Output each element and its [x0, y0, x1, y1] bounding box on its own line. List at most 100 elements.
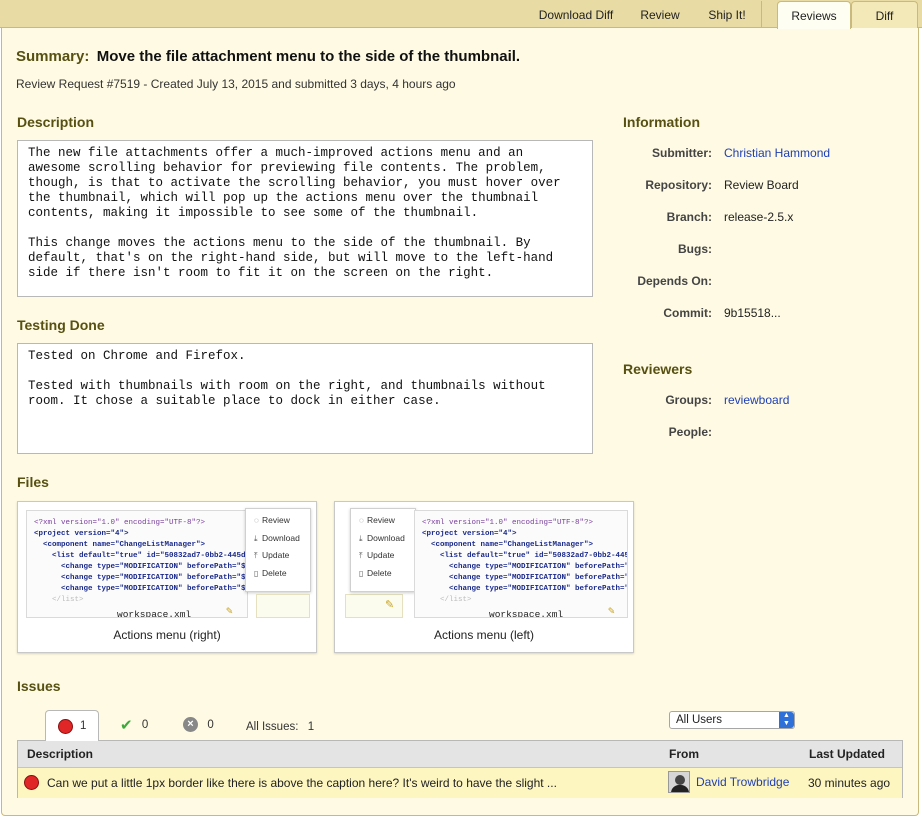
file-thumbnail[interactable]: <?xml version="1.0" encoding="UTF-8"?> <…: [414, 510, 628, 618]
repository-label: Repository:: [645, 178, 712, 192]
code-line: <change type="MODIFICATION" beforePath="…: [34, 585, 248, 593]
open-issue-count: 1: [80, 720, 87, 732]
dropped-x-icon: ×: [183, 717, 198, 733]
file-name: workspace.xml: [117, 609, 192, 618]
code-line: <list default="true" id="50832ad7-0bb2-4…: [34, 552, 248, 560]
testing-done-heading: Testing Done: [17, 317, 105, 333]
menu-label: Delete: [262, 567, 287, 578]
download-diff-action[interactable]: Download Diff: [528, 0, 624, 28]
checkmark-icon: ✔: [120, 717, 133, 734]
menu-label: Download: [262, 532, 300, 543]
edit-pencil-icon[interactable]: ✎: [608, 607, 615, 618]
reviewers-heading: Reviewers: [623, 361, 693, 377]
menu-label: Delete: [367, 567, 392, 578]
file-attachment-left[interactable]: ◌ Review ⤓ Download ⤒ Update ▯ Delete ✎ <?xm…: [334, 501, 634, 653]
issue-description[interactable]: Can we put a little 1px border like ther…: [47, 776, 557, 790]
code-line: <?xml version="1.0" encoding="UTF-8"?>: [422, 519, 594, 527]
user-filter-select[interactable]: All Users ▲ ▼: [669, 711, 795, 729]
submitter-label: Submitter:: [652, 146, 712, 160]
dropped-issue-count: 0: [207, 718, 214, 731]
issue-filter-all[interactable]: All Issues: 1: [246, 719, 314, 733]
depends-on-label: Depends On:: [637, 274, 712, 288]
edit-pencil-icon[interactable]: ✎: [385, 598, 394, 611]
issue-last-updated: 30 minutes ago: [808, 776, 891, 790]
menu-label: Update: [262, 550, 290, 560]
issue-filter-dropped[interactable]: × 0: [183, 717, 214, 733]
code-line: <project version="4">: [34, 530, 129, 538]
tab-divider: [761, 1, 762, 28]
code-line: <component name="ChangeListManager">: [422, 541, 594, 549]
menu-label: Review: [262, 515, 290, 525]
file-actions-menu: ◌ Review ⤓ Download ⤒ Update ▯ Delete: [245, 508, 311, 592]
description-text: The new file attachments offer a much-im…: [17, 140, 593, 297]
col-last-updated[interactable]: Last Updated: [809, 747, 885, 761]
edit-pencil-icon[interactable]: ✎: [226, 607, 233, 618]
menu-item-download[interactable]: ⤓ Download: [246, 530, 310, 548]
code-line: <change type="MODIFICATION" beforePath="…: [34, 563, 248, 571]
file-actions-menu: ◌ Review ⤓ Download ⤒ Update ▯ Delete: [350, 508, 416, 592]
table-row[interactable]: Can we put a little 1px border like ther…: [18, 768, 902, 798]
open-issue-icon: [24, 775, 39, 790]
code-line: <project version="4">: [422, 530, 517, 538]
commit-value: 9b15518...: [724, 306, 781, 320]
code-line: <change type="MODIFICATION" beforePath="…: [34, 574, 248, 582]
issues-table: Description From Last Updated Can we put…: [17, 740, 903, 798]
code-line: <change type="MODIFICATION" beforePath="…: [422, 563, 628, 571]
summary-line: Summary: Move the file attachment menu t…: [16, 48, 520, 65]
col-description[interactable]: Description: [27, 747, 93, 761]
menu-item-review[interactable]: ◌ Review: [246, 512, 310, 530]
request-meta: Review Request #7519 - Created July 13, …: [16, 77, 456, 91]
trash-icon: ▯: [359, 568, 364, 578]
upload-icon: ⤒: [359, 551, 363, 560]
review-action[interactable]: Review: [632, 0, 688, 28]
select-arrows-icon: ▲ ▼: [779, 712, 794, 728]
comment-icon: ◌: [359, 516, 364, 525]
issue-filter-open[interactable]: 1: [45, 710, 99, 741]
menu-label: Review: [367, 515, 395, 525]
code-line: </list>: [34, 596, 84, 604]
resolved-issue-count: 0: [141, 719, 149, 731]
thumbnail-shadow: [256, 594, 310, 618]
trash-icon: ▯: [254, 568, 259, 578]
description-heading: Description: [17, 114, 95, 130]
code-line: <component name="ChangeListManager">: [34, 541, 206, 549]
groups-label: Groups:: [665, 393, 712, 407]
all-issues-count: 1: [307, 721, 315, 733]
menu-item-update[interactable]: ⤒ Update: [351, 547, 415, 565]
ship-it-action[interactable]: Ship It!: [696, 0, 758, 28]
people-label: People:: [668, 425, 712, 439]
user-filter-selected: All Users: [676, 714, 723, 726]
review-request-action-bar: Download Diff Review Ship It! Reviews Di…: [0, 0, 922, 29]
download-icon: ⤓: [359, 533, 363, 543]
code-line: </list>: [422, 596, 472, 604]
submitter-link[interactable]: Christian Hammond: [724, 146, 830, 160]
file-attachment-right[interactable]: <?xml version="1.0" encoding="UTF-8"?> <…: [17, 501, 317, 653]
code-line: <?xml version="1.0" encoding="UTF-8"?>: [34, 519, 206, 527]
files-heading: Files: [17, 474, 49, 490]
code-line: <change type="MODIFICATION" beforePath="…: [422, 585, 628, 593]
groups-link-reviewboard[interactable]: reviewboard: [724, 393, 789, 407]
menu-item-review[interactable]: ◌ Review: [351, 512, 415, 530]
all-issues-label: All Issues:: [246, 721, 299, 733]
file-thumbnail[interactable]: <?xml version="1.0" encoding="UTF-8"?> <…: [26, 510, 248, 618]
commit-label: Commit:: [663, 306, 712, 320]
menu-item-download[interactable]: ⤓ Download: [351, 530, 415, 548]
issue-author-link[interactable]: David Trowbridge: [696, 775, 789, 789]
download-icon: ⤓: [254, 533, 258, 543]
menu-label: Update: [367, 550, 395, 560]
testing-done-text: Tested on Chrome and Firefox. Tested wit…: [17, 343, 593, 454]
tab-reviews[interactable]: Reviews: [777, 1, 851, 29]
open-issue-icon: [58, 719, 73, 734]
menu-item-delete[interactable]: ▯ Delete: [351, 565, 415, 583]
menu-label: Download: [367, 532, 405, 543]
upload-icon: ⤒: [254, 551, 258, 560]
menu-item-update[interactable]: ⤒ Update: [246, 547, 310, 565]
branch-value: release-2.5.x: [724, 210, 794, 224]
col-from[interactable]: From: [669, 747, 699, 761]
tab-diff[interactable]: Diff: [851, 1, 918, 29]
menu-item-delete[interactable]: ▯ Delete: [246, 565, 310, 583]
issues-table-header: Description From Last Updated: [18, 741, 902, 768]
comment-icon: ◌: [254, 516, 259, 525]
summary-label: Summary:: [16, 48, 90, 65]
issue-filter-resolved[interactable]: ✔ 0: [120, 716, 148, 734]
